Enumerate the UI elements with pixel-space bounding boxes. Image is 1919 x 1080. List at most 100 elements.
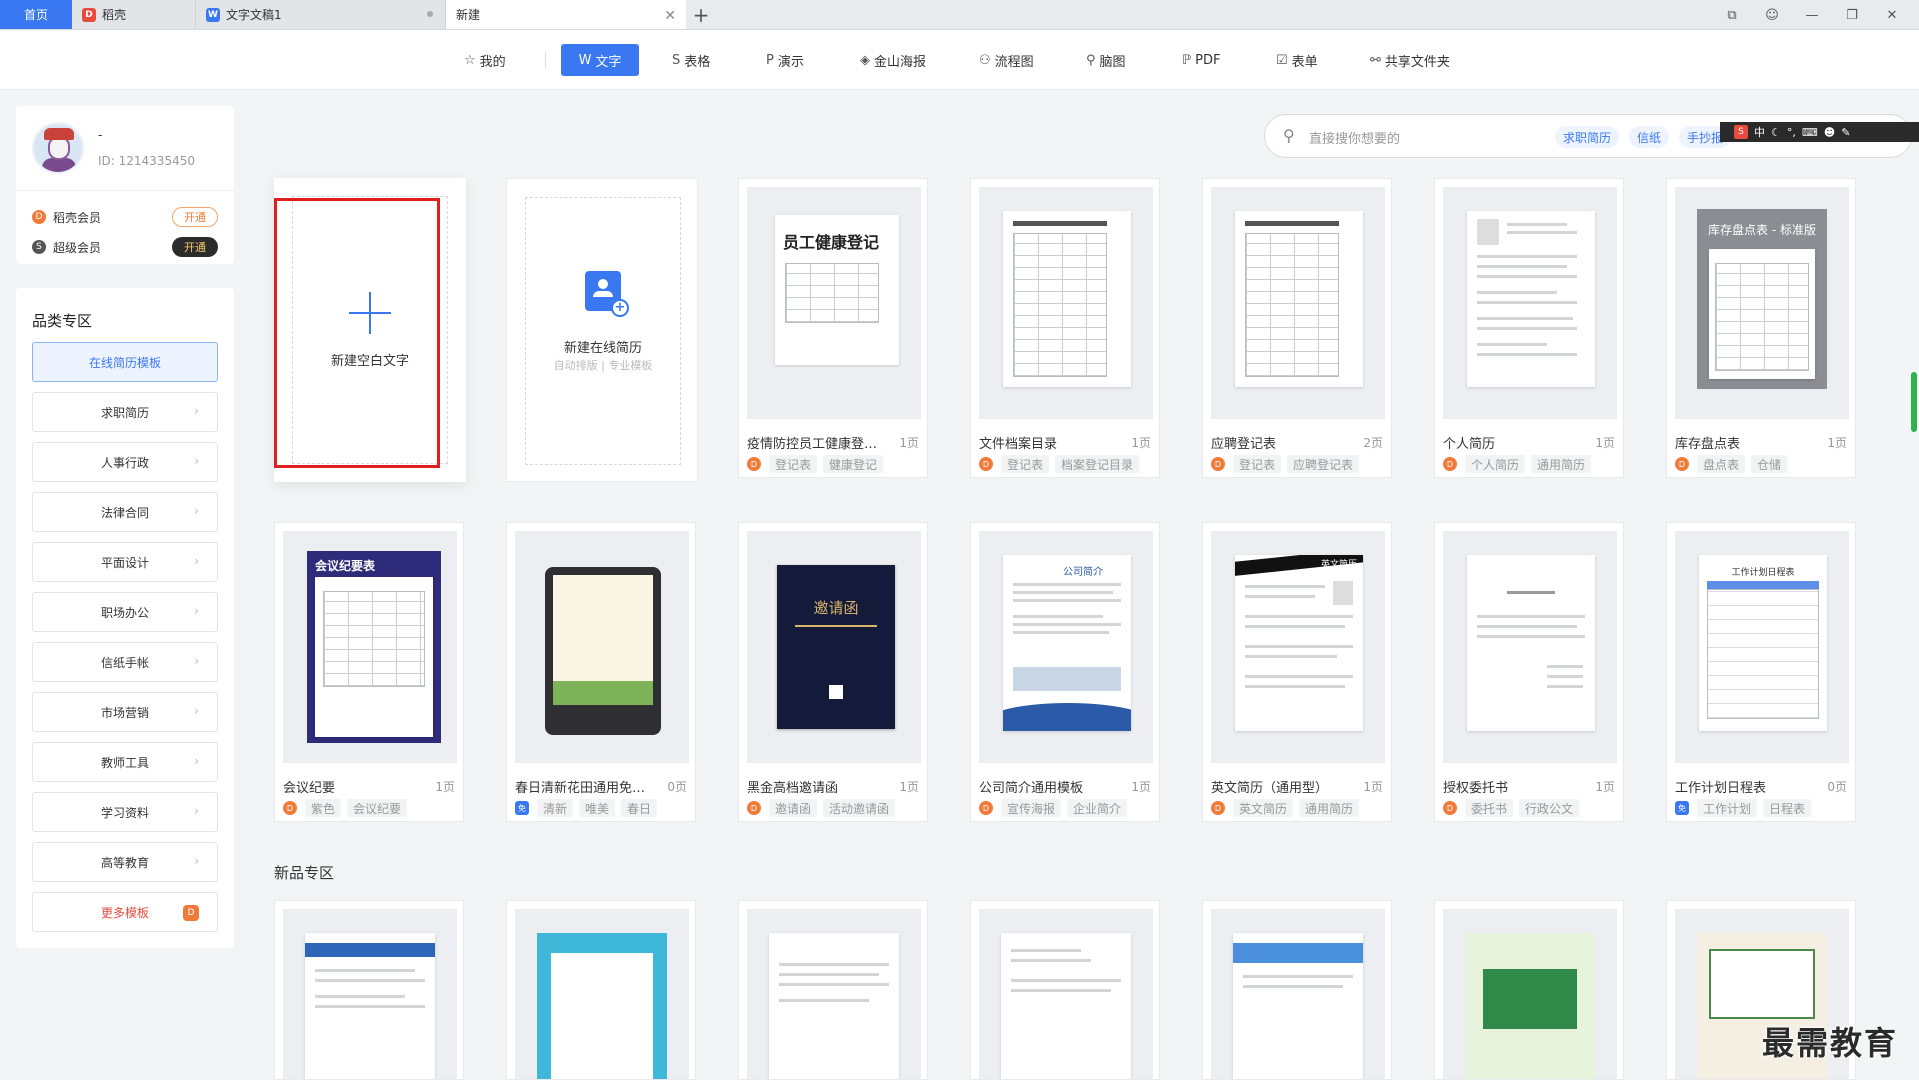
- nav-mindmap[interactable]: ⚲ 脑图: [1078, 44, 1134, 76]
- template-card[interactable]: 文件档案目录 1页 D 登记表 档案登记目录: [970, 178, 1160, 478]
- nav-poster[interactable]: ◈ 金山海报: [852, 44, 934, 76]
- template-card[interactable]: 库存盘点表 - 标准版 库存盘点表 1页 D 盘点表 仓储: [1666, 178, 1856, 478]
- sidebar-item-job-resume[interactable]: 求职简历 ›: [32, 392, 218, 432]
- thumb-heading: 员工健康登记: [783, 233, 880, 252]
- template-tag[interactable]: 登记表: [1001, 455, 1050, 473]
- sidebar-item-stationery[interactable]: 信纸手帐 ›: [32, 642, 218, 682]
- template-card[interactable]: 个人简历 1页 D 个人简历 通用简历: [1434, 178, 1624, 478]
- template-tag[interactable]: 活动邀请函: [823, 799, 896, 817]
- daoke-icon: D: [747, 801, 761, 815]
- nav-shared-folder[interactable]: ⚯ 共享文件夹: [1362, 44, 1458, 76]
- template-tag[interactable]: 会议纪要: [347, 799, 408, 817]
- thumb-heading: 公司简介: [1063, 567, 1103, 578]
- new-template-card[interactable]: [970, 900, 1160, 1080]
- sidebar-item-graphic-design[interactable]: 平面设计 ›: [32, 542, 218, 582]
- template-tag[interactable]: 档案登记目录: [1055, 455, 1140, 473]
- template-tag[interactable]: 宣传海报: [1001, 799, 1062, 817]
- template-thumbnail: 会议纪要表: [283, 531, 457, 763]
- window-close-icon[interactable]: ✕: [1883, 8, 1901, 23]
- template-tag[interactable]: 委托书: [1465, 799, 1514, 817]
- daoke-icon: D: [979, 801, 993, 815]
- thumb-heading: 库存盘点表 - 标准版: [1708, 223, 1816, 237]
- tab-new[interactable]: 新建 ✕: [446, 0, 686, 29]
- scrollbar-thumb[interactable]: [1911, 372, 1917, 432]
- restore-icon[interactable]: ❐: [1843, 8, 1861, 23]
- template-tag[interactable]: 通用简历: [1299, 799, 1360, 817]
- add-tab-button[interactable]: +: [686, 0, 716, 29]
- template-tag[interactable]: 盘点表: [1697, 455, 1746, 473]
- unsaved-dot-icon[interactable]: [427, 11, 433, 17]
- sidebar-item-online-resume[interactable]: 在线简历模板: [32, 342, 218, 382]
- template-card[interactable]: 邀请函 黑金高档邀请函 1页 D 邀请函 活动邀请函: [738, 522, 928, 822]
- new-blank-document-card[interactable]: 新建空白文字: [274, 178, 466, 482]
- sidebar-item-hr-admin[interactable]: 人事行政 ›: [32, 442, 218, 482]
- nav-spreadsheet[interactable]: S 表格: [664, 44, 718, 76]
- account-avatar-icon[interactable]: ☺: [1763, 8, 1781, 23]
- new-template-card[interactable]: [506, 900, 696, 1080]
- nav-writer[interactable]: W 文字: [561, 44, 639, 76]
- tab-daoke[interactable]: D 稻壳: [72, 0, 196, 29]
- tab-document[interactable]: W 文字文稿1: [196, 0, 446, 29]
- open-super-member-button[interactable]: 开通: [172, 237, 218, 257]
- template-card[interactable]: 工作计划日程表 工作计划日程表 0页 免 工作计划 日程表: [1666, 522, 1856, 822]
- template-card[interactable]: 春日清新花田通用免费... 0页 免 清新 唯美 春日: [506, 522, 696, 822]
- template-tag[interactable]: 春日: [621, 799, 658, 817]
- new-online-resume-card[interactable]: + 新建在线简历 自动排版 | 专业模板: [506, 178, 698, 482]
- template-card[interactable]: 会议纪要表 会议纪要 1页 D 紫色 会议纪要: [274, 522, 464, 822]
- template-tag[interactable]: 行政公文: [1519, 799, 1580, 817]
- nav-mine[interactable]: ☆ 我的: [456, 44, 514, 76]
- category-sidebar: 品类专区 在线简历模板 求职简历 › 人事行政 › 法律合同 › 平面设计 › 职场办公…: [16, 288, 234, 948]
- nav-flowchart[interactable]: ⚇ 流程图: [971, 44, 1042, 76]
- tab-home[interactable]: 首页: [0, 0, 72, 29]
- free-icon: 免: [1675, 801, 1689, 815]
- open-daoke-member-button[interactable]: 开通: [172, 207, 218, 227]
- template-tag[interactable]: 日程表: [1763, 799, 1812, 817]
- new-template-card[interactable]: [274, 900, 464, 1080]
- template-thumbnail: [1211, 187, 1385, 419]
- nav-presentation[interactable]: P 演示: [758, 44, 812, 76]
- sidebar-item-marketing[interactable]: 市场营销 ›: [32, 692, 218, 732]
- minimize-icon[interactable]: —: [1803, 8, 1821, 23]
- template-tag[interactable]: 通用简历: [1531, 455, 1592, 473]
- nav-form[interactable]: ☑ 表单: [1268, 44, 1326, 76]
- sidebar-item-more-templates[interactable]: 更多模板 D: [32, 892, 218, 932]
- template-tag[interactable]: 清新: [537, 799, 574, 817]
- template-card[interactable]: 英文简历 英文简历（通用型） 1页 D 英文简历 通用简历: [1202, 522, 1392, 822]
- template-card[interactable]: 应聘登记表 2页 D 登记表 应聘登记表: [1202, 178, 1392, 478]
- thumb-heading: 会议纪要表: [315, 559, 376, 573]
- search-tag[interactable]: 信纸: [1629, 126, 1670, 148]
- template-tag[interactable]: 邀请函: [769, 799, 818, 817]
- template-tag[interactable]: 企业简介: [1067, 799, 1128, 817]
- template-tag[interactable]: 英文简历: [1233, 799, 1294, 817]
- user-icon: ☻: [1823, 125, 1836, 139]
- template-tag[interactable]: 登记表: [1233, 455, 1282, 473]
- template-card[interactable]: 授权委托书 1页 D 委托书 行政公文: [1434, 522, 1624, 822]
- template-card[interactable]: 员工健康登记 疫情防控员工健康登记... 1页 D 登记表 健康登记: [738, 178, 928, 478]
- template-tag[interactable]: 登记表: [769, 455, 818, 473]
- new-template-card[interactable]: [738, 900, 928, 1080]
- template-tag[interactable]: 紫色: [305, 799, 342, 817]
- sidebar-item-higher-education[interactable]: 高等教育 ›: [32, 842, 218, 882]
- sidebar-item-office[interactable]: 职场办公 ›: [32, 592, 218, 632]
- template-tag[interactable]: 仓储: [1751, 455, 1788, 473]
- new-template-card[interactable]: [1434, 900, 1624, 1080]
- avatar[interactable]: [32, 122, 84, 174]
- sidebar-item-teacher-tools[interactable]: 教师工具 ›: [32, 742, 218, 782]
- ime-toolbar[interactable]: S 中 ☾ °, ⌨ ☻ ✎: [1720, 122, 1919, 142]
- sidebar-item-legal-contract[interactable]: 法律合同 ›: [32, 492, 218, 532]
- sidebar-item-study-materials[interactable]: 学习资料 ›: [32, 792, 218, 832]
- search-tag[interactable]: 求职简历: [1555, 126, 1620, 148]
- nav-pdf[interactable]: ℙ PDF: [1174, 44, 1228, 76]
- template-title: 库存盘点表: [1675, 437, 1741, 452]
- template-title: 公司简介通用模板: [979, 781, 1084, 796]
- template-tag[interactable]: 应聘登记表: [1287, 455, 1360, 473]
- workspace-icon[interactable]: ⧉: [1723, 8, 1741, 23]
- template-tag[interactable]: 个人简历: [1465, 455, 1526, 473]
- template-card[interactable]: 公司简介 公司简介通用模板 1页 D 宣传海报 企业简介: [970, 522, 1160, 822]
- close-icon[interactable]: ✕: [664, 8, 676, 24]
- new-template-card[interactable]: [1202, 900, 1392, 1080]
- template-tag[interactable]: 工作计划: [1697, 799, 1758, 817]
- template-tag[interactable]: 唯美: [579, 799, 616, 817]
- template-tag[interactable]: 健康登记: [823, 455, 884, 473]
- divider: [16, 190, 234, 191]
